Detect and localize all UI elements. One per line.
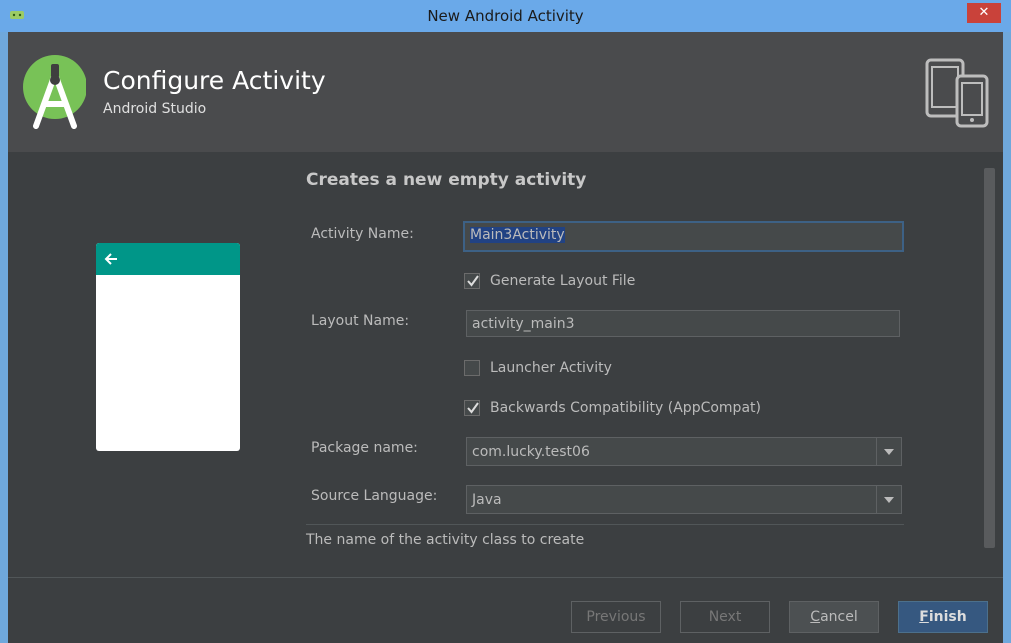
cancel-mnemonic: C <box>810 609 821 625</box>
generate-layout-label[interactable]: Generate Layout File <box>490 273 635 289</box>
previous-button[interactable]: Previous <box>571 601 661 633</box>
finish-mnemonic: F <box>919 609 929 625</box>
cancel-button[interactable]: Cancel <box>789 601 879 633</box>
package-name-label: Package name: <box>311 440 418 456</box>
back-arrow-icon <box>104 253 117 265</box>
activity-name-label: Activity Name: <box>311 226 414 242</box>
form-heading: Creates a new empty activity <box>306 170 587 190</box>
next-button[interactable]: Next <box>680 601 770 633</box>
page-subtitle: Android Studio <box>103 101 207 117</box>
layout-name-field[interactable]: activity_main3 <box>466 310 900 337</box>
field-hint: The name of the activity class to create <box>306 532 585 548</box>
package-name-value: com.lucky.test06 <box>472 444 590 460</box>
tablet-phone-icon <box>925 58 989 128</box>
finish-label-rest: inish <box>928 609 967 625</box>
window-title-bar: New Android Activity ✕ <box>0 0 1011 32</box>
source-language-label: Source Language: <box>311 488 438 504</box>
launcher-activity-label[interactable]: Launcher Activity <box>490 360 612 376</box>
vertical-scrollbar[interactable] <box>984 168 995 548</box>
package-name-combo[interactable]: com.lucky.test06 <box>466 437 902 466</box>
activity-name-value: Main3Activity <box>470 227 565 243</box>
layout-name-value: activity_main3 <box>472 316 575 332</box>
backwards-compat-label[interactable]: Backwards Compatibility (AppCompat) <box>490 400 761 416</box>
close-button[interactable]: ✕ <box>967 3 1001 23</box>
form-divider <box>306 524 904 525</box>
dialog-header: Configure Activity Android Studio <box>8 32 1003 152</box>
cancel-label-rest: ancel <box>820 609 858 625</box>
window-title: New Android Activity <box>427 7 584 25</box>
finish-button[interactable]: Finish <box>898 601 988 633</box>
source-language-value: Java <box>472 492 502 508</box>
footer-divider <box>8 577 1003 578</box>
checkmark-icon <box>467 402 479 414</box>
layout-name-label: Layout Name: <box>311 313 410 329</box>
backwards-compat-checkbox[interactable] <box>464 400 480 416</box>
activity-preview <box>96 243 240 451</box>
android-studio-logo-icon <box>23 55 86 129</box>
chevron-down-icon <box>884 497 894 503</box>
preview-toolbar <box>96 243 240 275</box>
generate-layout-checkbox[interactable] <box>464 273 480 289</box>
chevron-down-icon <box>884 449 894 455</box>
page-title: Configure Activity <box>103 66 326 95</box>
checkmark-icon <box>467 275 479 287</box>
dialog: Configure Activity Android Studio Create… <box>8 32 1003 643</box>
source-language-combo[interactable]: Java <box>466 485 902 514</box>
activity-name-field[interactable]: Main3Activity <box>463 221 904 252</box>
launcher-activity-checkbox[interactable] <box>464 360 480 376</box>
source-language-dropdown-button[interactable] <box>876 486 901 513</box>
package-name-dropdown-button[interactable] <box>876 438 901 465</box>
